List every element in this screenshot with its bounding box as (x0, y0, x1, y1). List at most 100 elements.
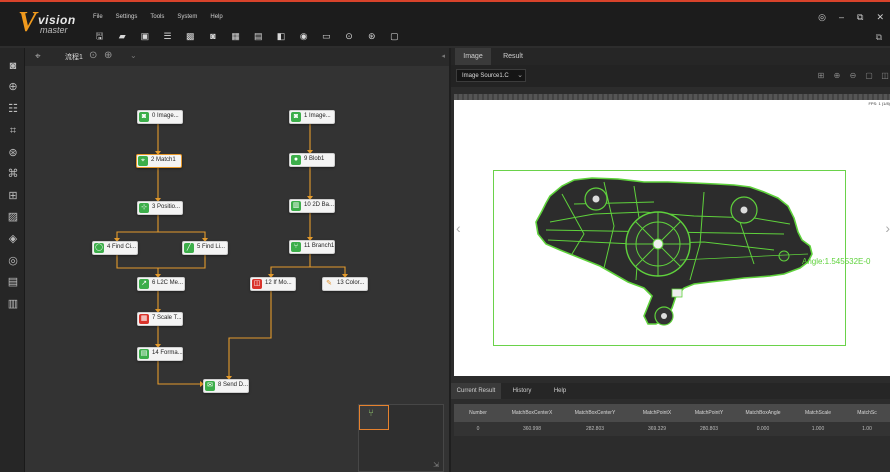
title-bar: V vision master File Settings Tools Syst… (0, 0, 890, 46)
node-match-2[interactable]: ⌖ 2 Match1 (136, 154, 182, 168)
account-icon[interactable]: ◎ (818, 12, 826, 23)
locate-icon[interactable]: ⊕ (7, 81, 19, 93)
tab-image[interactable]: Image (455, 48, 491, 65)
table-cell: 360.998 (522, 426, 542, 432)
defect-detect-icon[interactable]: ◎ (7, 255, 19, 267)
table-cell: 280.803 (699, 426, 719, 432)
app-logo: V vision master (18, 7, 88, 40)
if-module-icon: ◫ (252, 279, 262, 289)
color-process-icon[interactable]: ◈ (7, 233, 19, 245)
run-loop-icon[interactable]: ⊛ (366, 31, 377, 41)
node-label: 7 Scale T... (152, 315, 182, 321)
close-button[interactable]: ✕ (876, 12, 884, 23)
node-2d-barcode-10[interactable]: ▥ 10 2D Ba... (289, 199, 335, 213)
display-icon[interactable]: ▤ (253, 31, 264, 41)
calibrate-icon[interactable]: ⌘ (7, 168, 19, 180)
measure-icon[interactable]: ☷ (7, 103, 19, 115)
result-tab-bar: Current Result History Help (451, 383, 890, 399)
branch-icon: ⑂ (291, 242, 301, 252)
minimap-resize-icon[interactable]: ⇲ (433, 461, 439, 469)
send-data-icon: ✉ (205, 381, 215, 391)
tab-help[interactable]: Help (543, 383, 577, 399)
barcode-icon: ▥ (291, 201, 301, 211)
node-image-source-1[interactable]: ◙ 1 Image... (289, 110, 335, 124)
table-cell: 1.00 (862, 426, 872, 432)
node-format-14[interactable]: ▤ 14 Forma... (137, 347, 183, 361)
restore-button[interactable]: ⧉ (857, 12, 863, 23)
run-once-icon[interactable]: ⊙ (344, 31, 355, 41)
match-icon: ⌖ (138, 156, 148, 166)
list-icon[interactable]: ☰ (162, 31, 173, 41)
node-image-source-0[interactable]: ◙ 0 Image... (137, 110, 183, 124)
global-icon[interactable]: ◉ (298, 31, 309, 41)
monitor-icon[interactable]: ▭ (321, 31, 332, 41)
crosshair-icon[interactable]: ◫ (880, 71, 890, 81)
image-icon[interactable]: ▩ (185, 31, 196, 41)
node-label: 8 Send D... (218, 382, 249, 388)
table-cell: 369.329 (647, 426, 667, 432)
zoom-out-icon[interactable]: ⊖ (848, 71, 858, 81)
image-process-icon[interactable]: ▨ (7, 211, 19, 223)
node-label: 3 Positio... (152, 204, 181, 210)
image-viewer[interactable]: FPS: 1 (1/8) ‹ › Angle:1.545532E-0 (454, 94, 890, 426)
layout-icon[interactable]: ◧ (276, 31, 287, 41)
view-tab-bar: Image Result (451, 48, 890, 65)
canvas-minimap[interactable]: ⑂ ⇲ (358, 404, 444, 472)
logo-mark: V (18, 7, 37, 38)
node-find-line-5[interactable]: ╱ 5 Find Li... (182, 241, 228, 255)
menu-settings[interactable]: Settings (116, 14, 138, 20)
grid-icon[interactable]: ▦ (230, 31, 241, 41)
node-blob-9[interactable]: ● 9 Blob1 (289, 153, 335, 167)
tab-current-result[interactable]: Current Result (451, 383, 501, 399)
compare-icon[interactable]: ⊞ (7, 190, 19, 202)
stop-icon[interactable]: ▢ (389, 31, 400, 41)
float-panel-icon[interactable]: ⧉ (876, 32, 882, 43)
tab-result[interactable]: Result (495, 48, 531, 65)
node-label: 9 Blob1 (304, 156, 325, 162)
node-label: 1 Image... (304, 113, 331, 119)
recognize-icon[interactable]: ⌗ (7, 125, 19, 137)
node-color-13[interactable]: ✎ 13 Color... (322, 277, 368, 291)
minimize-button[interactable]: – (839, 12, 844, 23)
node-if-module-12[interactable]: ◫ 12 If Mo... (250, 277, 296, 291)
node-branch-11[interactable]: ⑂ 11 Branch1 (289, 240, 335, 254)
menu-bar: File Settings Tools System Help (93, 14, 236, 20)
column-header: MatchPointY (694, 410, 724, 416)
node-l2c-measure-6[interactable]: ↗ 6 L2C Me... (137, 277, 185, 291)
format-icon: ▤ (139, 349, 149, 359)
node-position-3[interactable]: ⊹ 3 Positio... (137, 201, 183, 215)
menu-tools[interactable]: Tools (150, 14, 164, 20)
node-label: 6 L2C Me... (152, 280, 184, 286)
table-row[interactable]: 0 360.998 282.803 369.329 280.803 0.000 … (454, 422, 890, 436)
node-label: 14 Forma... (152, 350, 183, 356)
communication-icon[interactable]: ▥ (7, 298, 19, 310)
save-icon[interactable]: 🖫 (94, 31, 105, 41)
tab-history[interactable]: History (503, 383, 541, 399)
color-icon: ✎ (324, 279, 334, 289)
logic-tool-icon[interactable]: ▤ (7, 276, 19, 288)
acquire-image-icon[interactable]: ◙ (7, 60, 19, 72)
save-as-icon[interactable]: ▣ (139, 31, 150, 41)
zoom-in-icon[interactable]: ⊕ (832, 71, 842, 81)
node-send-data-8[interactable]: ✉ 8 Send D... (203, 379, 249, 393)
menu-file[interactable]: File (93, 14, 103, 20)
toolbar: 🖫 ▰ ▣ ☰ ▩ ◙ ▦ ▤ ◧ ◉ ▭ ⊙ ⊛ ▢ (94, 31, 412, 41)
actual-size-icon[interactable]: ▢ (864, 71, 874, 81)
node-find-circle-4[interactable]: ◯ 4 Find Ci... (92, 241, 138, 255)
table-cell: 1.000 (811, 426, 825, 432)
camera-icon[interactable]: ◙ (207, 31, 218, 41)
fit-view-icon[interactable]: ⊞ (816, 71, 826, 81)
minimap-viewport[interactable]: ⑂ (359, 405, 389, 430)
find-circle-icon: ◯ (94, 243, 104, 253)
deep-learning-icon[interactable]: ⊛ (7, 147, 19, 159)
menu-help[interactable]: Help (210, 14, 222, 20)
node-scale-7[interactable]: ▦ 7 Scale T... (137, 312, 183, 326)
image-source-select[interactable]: Image Source1.C ⌄ (456, 69, 526, 82)
node-label: 10 2D Ba... (304, 202, 335, 208)
node-label: 13 Color... (337, 280, 365, 286)
open-icon[interactable]: ▰ (117, 31, 128, 41)
menu-system[interactable]: System (177, 14, 197, 20)
image-source-value: Image Source1.C (462, 73, 509, 79)
process-canvas[interactable]: ⌖ 流程1 ⊙ ⊕ ⌄ ◂ ◙ 0 Image... ⌖ 2 Match1 ⊹ … (25, 48, 449, 472)
image-source-icon: ◙ (291, 112, 301, 122)
